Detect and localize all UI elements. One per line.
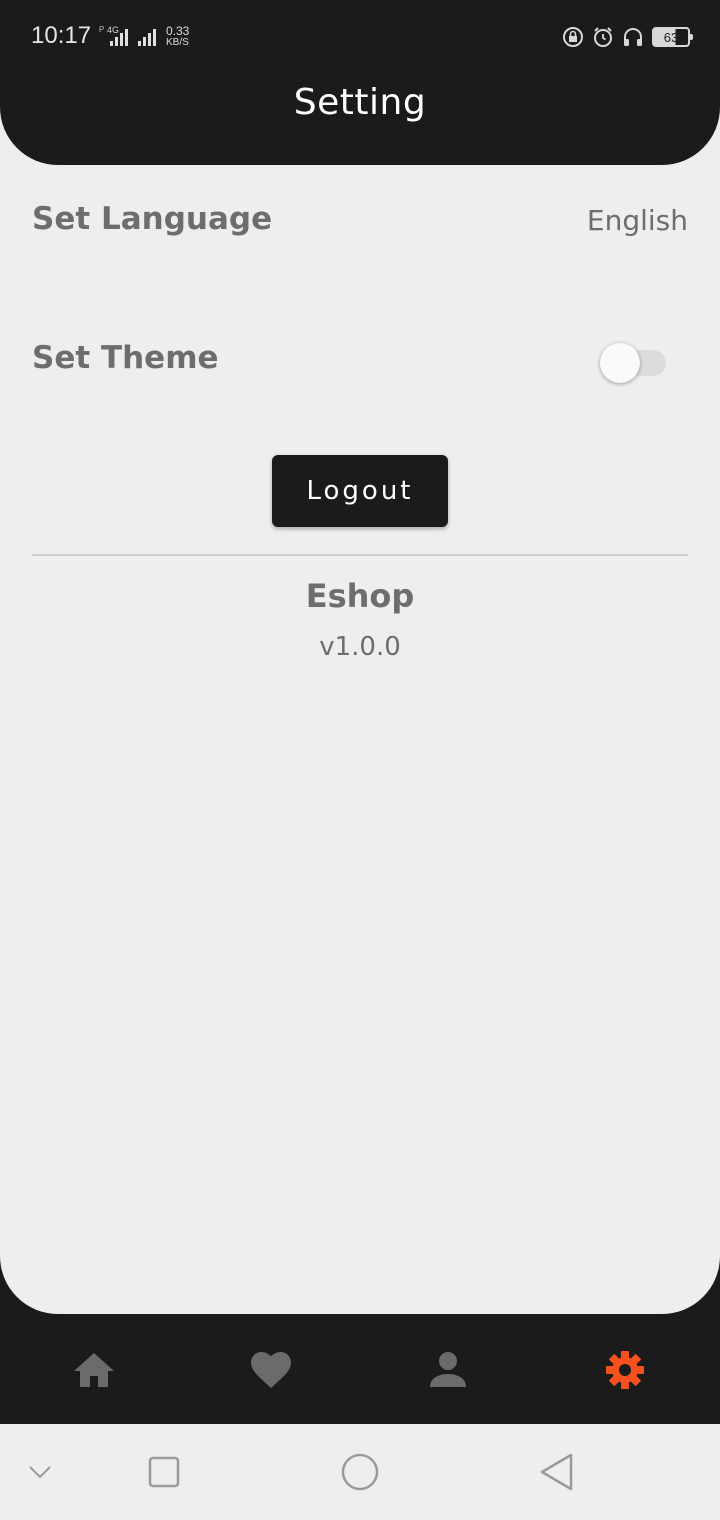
person-icon [430,1352,466,1387]
nav-settings[interactable] [603,1350,647,1390]
app-name: Eshop [305,577,415,615]
bottom-navigation [0,1314,720,1424]
nav-favorites[interactable] [249,1350,293,1390]
alarm-icon [594,27,612,47]
signal-strength-icon-2 [138,28,160,46]
battery-icon: 63 [652,27,693,47]
recent-apps-button[interactable] [148,1456,180,1488]
headphones-icon [624,28,642,46]
network-speed-unit: KB/S [166,37,189,48]
home-icon [74,1353,114,1387]
settings-content: Set Language English Set Theme Logout Es… [0,0,720,1314]
status-icons: 63 [562,25,693,49]
home-button[interactable] [340,1452,380,1492]
set-language-label: Set Language [32,201,273,237]
battery-level: 63 [663,29,679,45]
app-header: 10:17 P 4G 0.33 KB/S 63 Setting [0,0,720,165]
nav-profile[interactable] [426,1350,470,1390]
rotation-lock-icon [563,27,583,47]
status-bar: 10:17 P 4G 0.33 KB/S 63 [0,0,720,72]
set-theme-label: Set Theme [32,340,219,376]
divider [32,554,688,556]
gear-icon [606,1351,644,1389]
back-button[interactable] [538,1452,574,1492]
chevron-down-icon[interactable] [28,1464,52,1480]
signal-strength-icon [110,28,132,46]
network-speed-value: 0.33 [166,24,190,38]
heart-icon [251,1352,291,1388]
page-title: Setting [293,82,427,123]
system-navigation-bar [0,1424,720,1520]
app-version: v1.0.0 [319,632,401,662]
language-selector[interactable]: English [587,204,688,237]
theme-toggle[interactable] [600,343,666,383]
nav-home[interactable] [72,1350,116,1390]
theme-toggle-knob [600,343,640,383]
network-tag: P [99,25,105,34]
status-clock: 10:17 [31,22,92,49]
network-speed: 0.33 KB/S [166,25,189,49]
logout-button[interactable]: Logout [272,455,448,527]
